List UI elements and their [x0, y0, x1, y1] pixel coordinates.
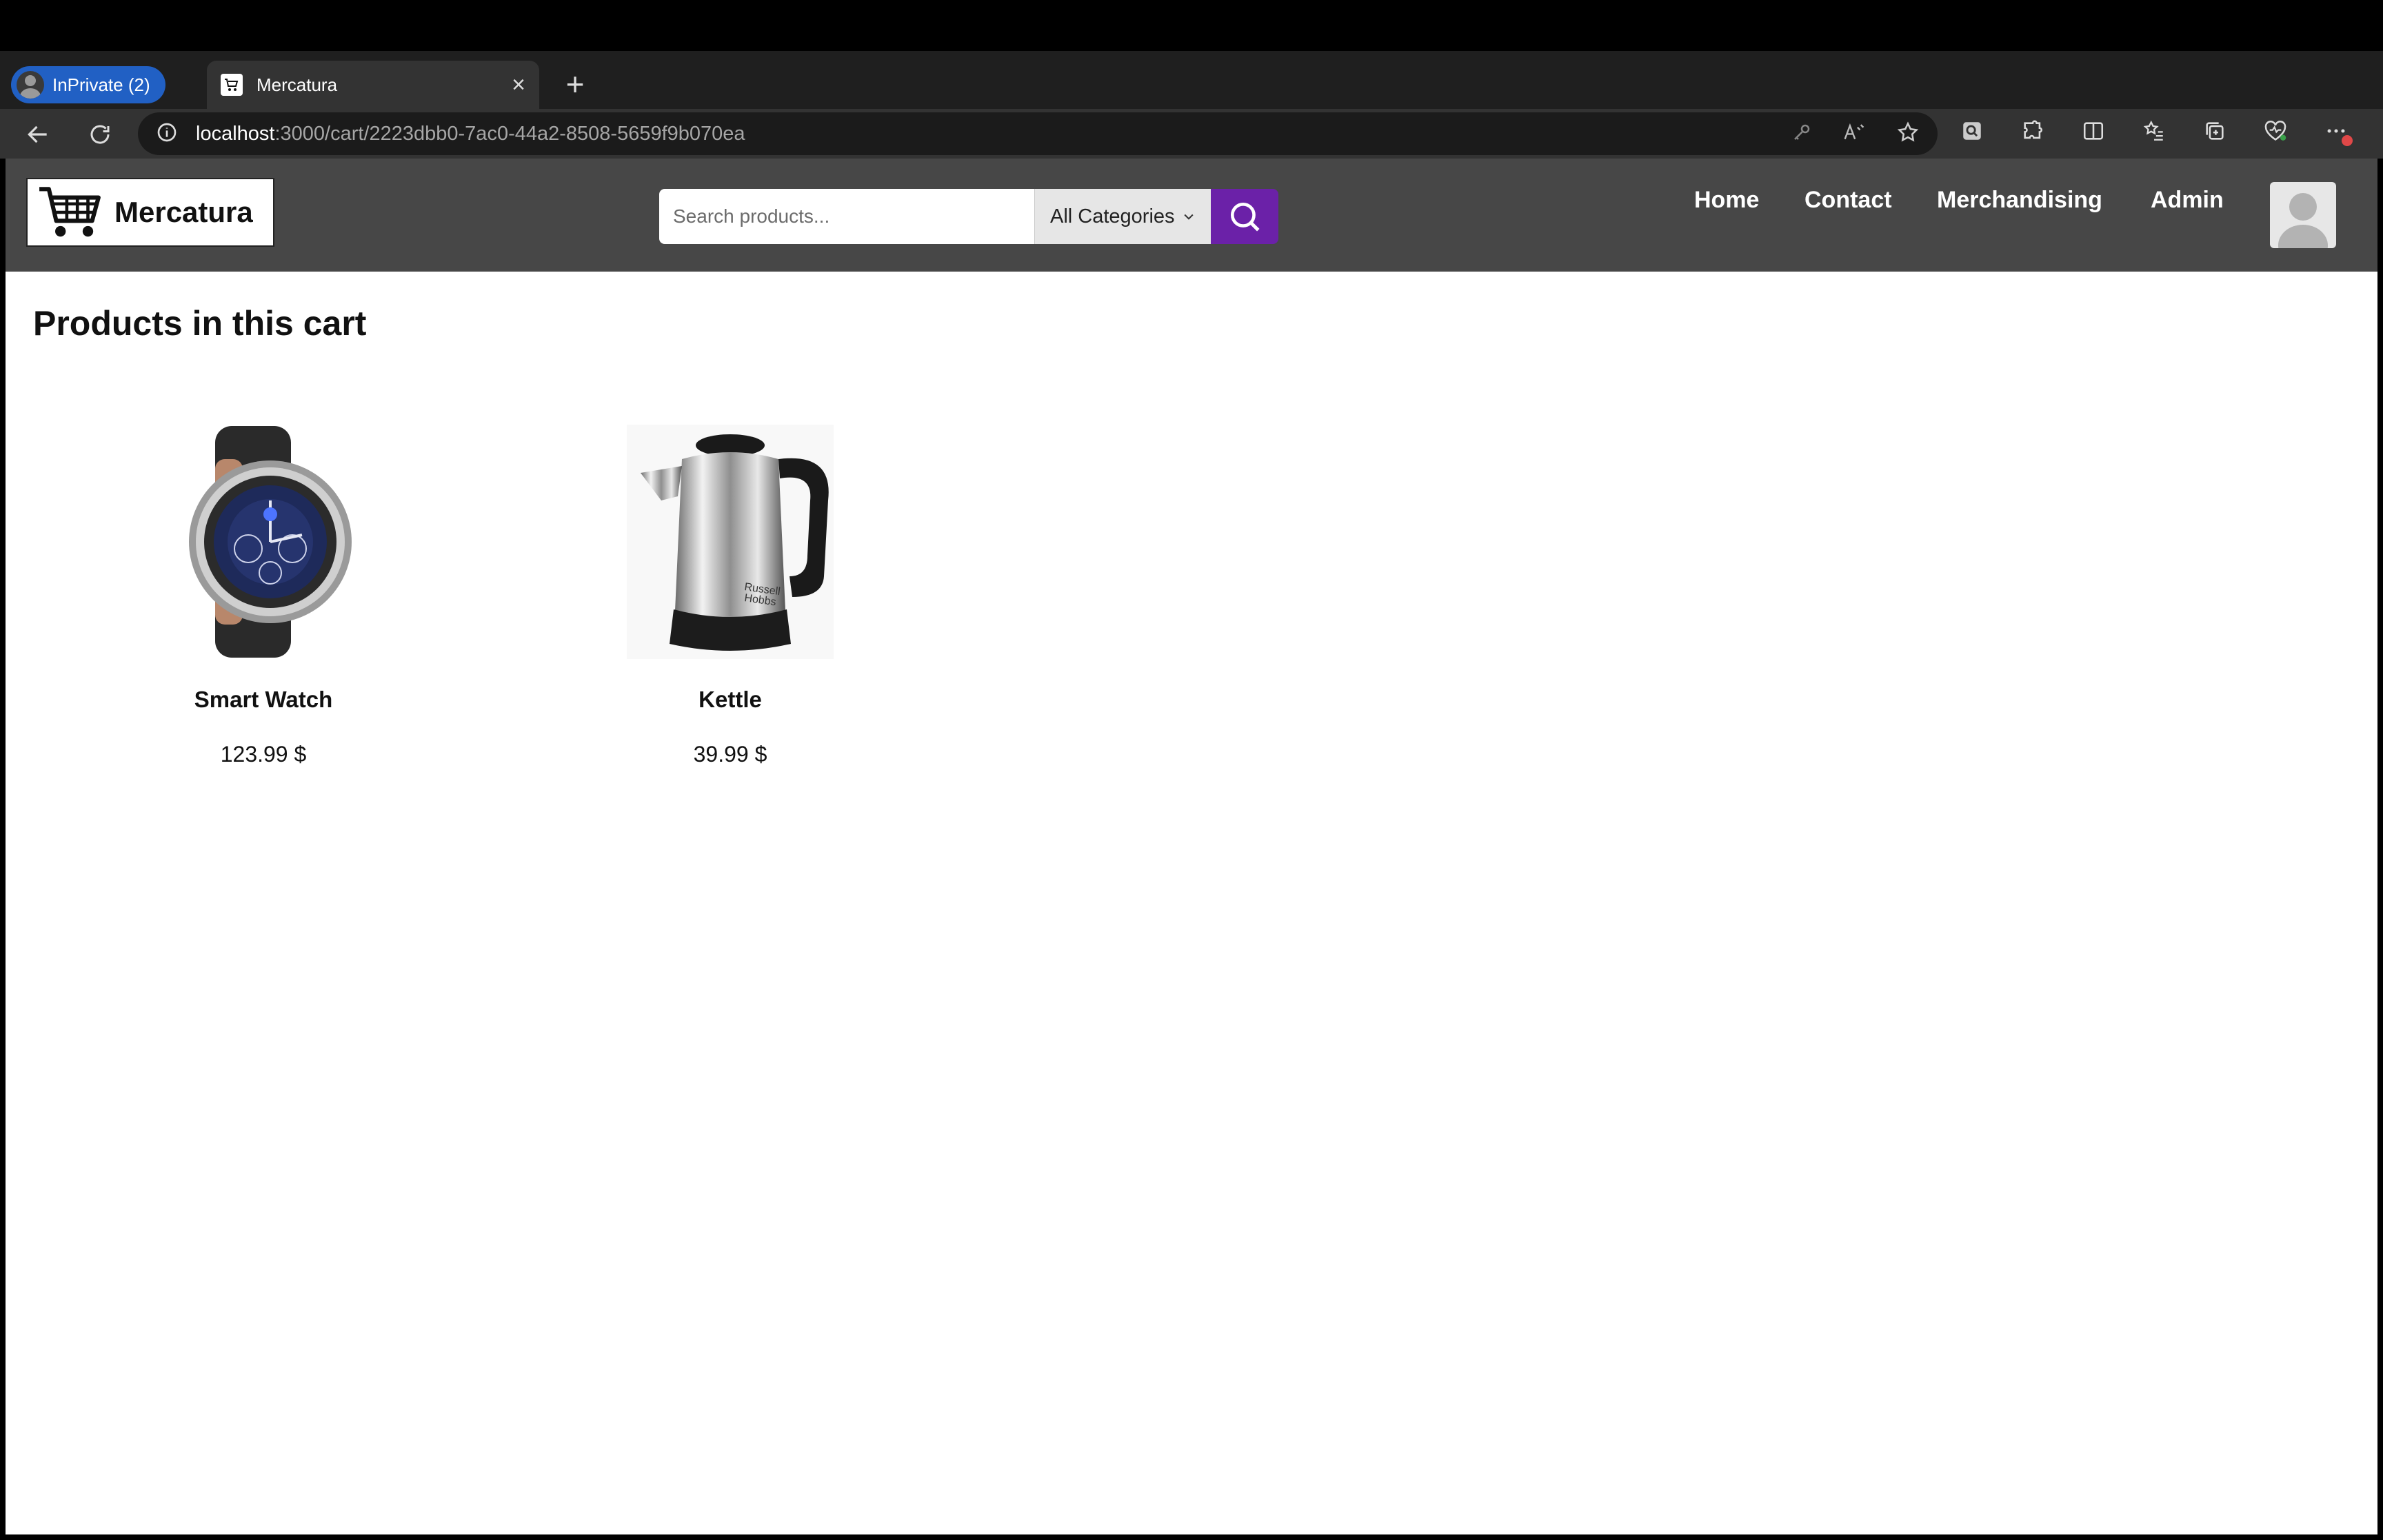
logo-text: Mercatura: [114, 196, 253, 228]
product-card-kettle[interactable]: Russell Hobbs Kettle 39.99 $: [592, 418, 868, 767]
search-bar: All Categories: [659, 189, 1278, 244]
site-logo[interactable]: Mercatura: [26, 178, 274, 247]
site-header: Mercatura All Categories Home Contact Me…: [6, 159, 2377, 272]
split-screen-icon[interactable]: [2080, 117, 2107, 145]
page-viewport: Mercatura All Categories Home Contact Me…: [6, 159, 2377, 1534]
tab-mercatura[interactable]: Mercatura ×: [207, 61, 539, 109]
notification-dot: [2342, 135, 2353, 146]
back-arrow-icon[interactable]: [21, 117, 55, 152]
product-card-smart-watch[interactable]: Smart Watch 123.99 $: [125, 418, 401, 767]
product-price: 123.99 $: [220, 742, 307, 767]
product-price: 39.99 $: [693, 742, 767, 767]
product-name[interactable]: Smart Watch: [125, 687, 401, 713]
search-input[interactable]: [659, 189, 1034, 244]
favorite-star-icon[interactable]: [1896, 121, 1920, 148]
more-options-icon[interactable]: [2322, 117, 2353, 146]
smart-watch-image[interactable]: [146, 418, 381, 666]
chevron-down-icon: [1183, 214, 1194, 220]
page-title: Products in this cart: [33, 304, 367, 343]
key-icon[interactable]: [1791, 122, 1812, 146]
refresh-icon[interactable]: [83, 117, 117, 152]
site-info-icon[interactable]: [156, 121, 178, 147]
address-bar[interactable]: localhost:3000/cart/2223dbb0-7ac0-44a2-8…: [138, 112, 1938, 155]
nav-home[interactable]: Home: [1694, 187, 1759, 214]
browser-essentials-icon[interactable]: [2262, 117, 2289, 145]
nav-contact[interactable]: Contact: [1804, 187, 1892, 214]
category-select-value: All Categories: [1050, 205, 1175, 227]
extensions-puzzle-icon[interactable]: [2019, 117, 2047, 145]
close-tab-icon[interactable]: ×: [512, 73, 525, 97]
browser-extension-icons: [1958, 117, 2353, 146]
favorites-list-icon[interactable]: [2140, 117, 2168, 145]
tab-title: Mercatura: [257, 74, 338, 95]
nav-admin[interactable]: Admin: [2151, 187, 2224, 214]
zoom-extension-icon[interactable]: [1958, 117, 1986, 145]
search-button[interactable]: [1211, 189, 1278, 244]
inprivate-profile-button[interactable]: InPrivate (2): [11, 66, 165, 103]
nav-merchandising[interactable]: Merchandising: [1937, 187, 2102, 214]
shopping-cart-icon: [39, 187, 101, 237]
url-text[interactable]: localhost:3000/cart/2223dbb0-7ac0-44a2-8…: [196, 123, 745, 145]
category-select[interactable]: All Categories: [1034, 189, 1211, 244]
url-host: localhost: [196, 122, 275, 145]
new-tab-plus-icon[interactable]: +: [556, 66, 594, 105]
profile-avatar-icon: [17, 71, 44, 99]
read-aloud-icon[interactable]: [1842, 122, 1866, 146]
search-icon: [1231, 203, 1260, 232]
kettle-image[interactable]: Russell Hobbs: [613, 418, 847, 666]
collections-icon[interactable]: [2201, 117, 2229, 145]
url-path: :3000/cart/2223dbb0-7ac0-44a2-8508-5659f…: [274, 122, 745, 145]
inprivate-label: InPrivate (2): [52, 74, 150, 95]
product-name[interactable]: Kettle: [592, 687, 868, 713]
window-top-bar: [0, 0, 2383, 51]
user-avatar[interactable]: [2270, 182, 2336, 248]
cart-favicon-icon: [221, 74, 243, 96]
